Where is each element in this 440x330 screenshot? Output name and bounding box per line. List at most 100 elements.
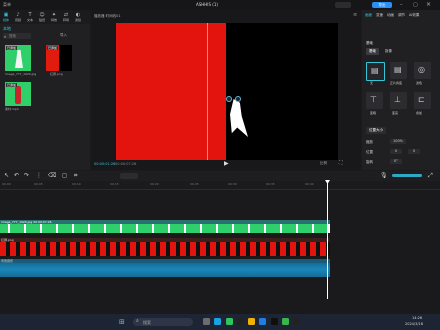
search-box[interactable]: ⌕ 搜索 [3, 33, 31, 39]
toolbar-sticker[interactable]: ☺ 贴纸 [36, 10, 48, 24]
total-time: 00:00:07:26 [115, 162, 137, 166]
blend-multiply-icon: ▤ [394, 65, 402, 74]
app-icon[interactable] [214, 318, 222, 325]
position-x-input[interactable]: 0 [390, 149, 402, 154]
media-tab-local[interactable]: 本地 [3, 26, 11, 32]
player-title: 播放器 时间线01 [94, 14, 121, 18]
import-button[interactable]: 导入 [60, 33, 67, 38]
subtab-basic[interactable]: 基础 [366, 48, 379, 55]
figure-cutout [230, 99, 248, 137]
freeze-icon[interactable]: ◻ [62, 172, 67, 179]
export-button[interactable]: 导出 [372, 1, 392, 8]
close-icon[interactable]: × [426, 1, 431, 8]
tab-speed[interactable]: 变速 [376, 10, 383, 20]
app-icon[interactable] [270, 318, 278, 325]
inspector-subtabs: 基础 抠像 [366, 48, 395, 55]
zoom-slider[interactable] [392, 174, 422, 177]
search-icon: ⌕ [136, 318, 139, 324]
zoom-fit-icon[interactable]: ⤢ [428, 172, 433, 180]
blend-option[interactable]: ◎ [414, 62, 431, 79]
preview-canvas[interactable] [116, 23, 338, 160]
added-badge: 已添加 [47, 46, 59, 50]
subtab-keying[interactable]: 抠像 [382, 48, 395, 55]
position-size-label: 位置大小 [366, 127, 386, 134]
scale-input[interactable]: 100% [390, 139, 406, 144]
overlay-clip[interactable] [0, 242, 330, 256]
maximize-icon[interactable]: ▢ [413, 2, 418, 8]
blend-option[interactable]: ⊤ [366, 92, 383, 109]
tab-picture[interactable]: 画面 [365, 10, 372, 20]
toolbar-effects[interactable]: ✦ 特效 [48, 10, 60, 24]
crop-icon[interactable]: ⌗ [74, 172, 77, 180]
rotate-handle[interactable] [235, 96, 241, 102]
toolbar-filter[interactable]: ◐ 滤镜 [72, 10, 84, 24]
app-icon[interactable] [203, 318, 210, 325]
asset-toolbar: ▣ 媒体 ♪ 音频 T 文本 ☺ 贴纸 ✦ 特效 ⇄ 转场 ◐ 滤镜 [0, 10, 90, 24]
timeline-area: image_777_1920.jpg 00:00:07:26 红屏.png 背景… [0, 180, 440, 314]
added-badge: 已添加 [6, 83, 18, 87]
blend-overlay-icon: ⊏ [418, 95, 425, 104]
title-bar: 菜单 ASHHIS (1) 导出 – ▢ × [0, 0, 440, 10]
red-layer [116, 23, 226, 160]
play-icon[interactable]: ▶ [224, 160, 229, 167]
rotation-input[interactable]: 0° [390, 159, 402, 164]
toolbar-text[interactable]: T 文本 [24, 10, 36, 24]
media-item-label: 红屏.png [50, 72, 63, 76]
toolbar-audio[interactable]: ♪ 音频 [12, 10, 24, 24]
taskbar-search[interactable]: ⌕ 搜索 [133, 318, 193, 326]
more-icon[interactable]: ≡ [353, 12, 357, 18]
position-y-input[interactable]: 0 [408, 149, 420, 154]
app-icon[interactable] [281, 318, 289, 325]
guide-line [207, 23, 208, 160]
timeline-ruler[interactable]: 00:00 00:05 00:10 00:15 00:20 00:25 00:3… [0, 181, 440, 190]
blend-darken-icon: ⊤ [370, 95, 377, 104]
taskbar-apps [203, 318, 303, 326]
transform-handle[interactable] [226, 96, 232, 102]
media-item-label: image_777_1920.jpg [5, 72, 37, 76]
app-menu[interactable]: 菜单 [3, 2, 11, 8]
blend-option[interactable]: ▤ [366, 62, 385, 81]
blend-lighten-icon: ⊥ [394, 95, 401, 104]
split-icon[interactable]: ⋮ [36, 172, 42, 179]
media-item[interactable]: 已添加 [46, 45, 72, 71]
ratio-button[interactable]: 比例 [320, 161, 327, 166]
app-icon[interactable] [293, 318, 301, 325]
toolbar-transition[interactable]: ⇄ 转场 [60, 10, 72, 24]
figure-shape [15, 86, 21, 104]
app-icon[interactable] [248, 318, 256, 325]
app-icon[interactable] [225, 318, 233, 325]
windows-start-icon[interactable]: ⊞ [119, 318, 125, 326]
app-icon[interactable] [259, 318, 267, 325]
ai-button[interactable] [120, 173, 138, 179]
taskbar: ⊞ ⌕ 搜索 14:26 2024/3/18 [0, 314, 440, 330]
toolbar-media[interactable]: ▣ 媒体 [0, 10, 12, 24]
media-panel: 本地 ⌕ 搜索 导入 已添加 image_777_1920.jpg 已添加 红屏… [0, 24, 90, 170]
redo-icon[interactable]: ↷ [24, 172, 29, 179]
blend-option[interactable]: ⊏ [414, 92, 431, 109]
blend-option[interactable]: ⊥ [390, 92, 407, 109]
audio-clip[interactable] [0, 263, 330, 277]
window-title: ASHHIS (1) [196, 2, 218, 7]
figure-shape [15, 50, 23, 68]
fullscreen-icon[interactable]: ⛶ [339, 160, 343, 166]
app-icon[interactable] [236, 318, 244, 325]
mic-icon[interactable]: 🎙 [380, 172, 388, 179]
undo-icon[interactable]: ↶ [14, 172, 19, 179]
select-icon[interactable]: ↖ [4, 172, 9, 179]
tab-adjust[interactable]: 调节 [398, 10, 405, 20]
media-item[interactable]: 已添加 [5, 45, 31, 71]
player-panel: 播放器 时间线01 ≡ 00:00:01:26 00:00:07:26 ▶ 比例… [91, 10, 361, 170]
media-item[interactable]: 已添加 [5, 82, 31, 106]
clock-time: 14:26 [412, 316, 423, 320]
current-time: 00:00:01:26 [94, 162, 116, 166]
video-clip[interactable] [0, 224, 330, 233]
playhead[interactable] [327, 181, 328, 299]
upgrade-button[interactable] [335, 2, 351, 8]
blend-screen-icon: ◎ [418, 65, 425, 74]
section-title: 基础 [366, 41, 373, 45]
tab-ai[interactable]: AI效果 [409, 10, 419, 20]
minimize-icon[interactable]: – [400, 2, 403, 8]
tab-animation[interactable]: 动画 [387, 10, 394, 20]
blend-option[interactable]: ▤ [390, 62, 407, 79]
delete-icon[interactable]: ⌫ [48, 172, 56, 179]
